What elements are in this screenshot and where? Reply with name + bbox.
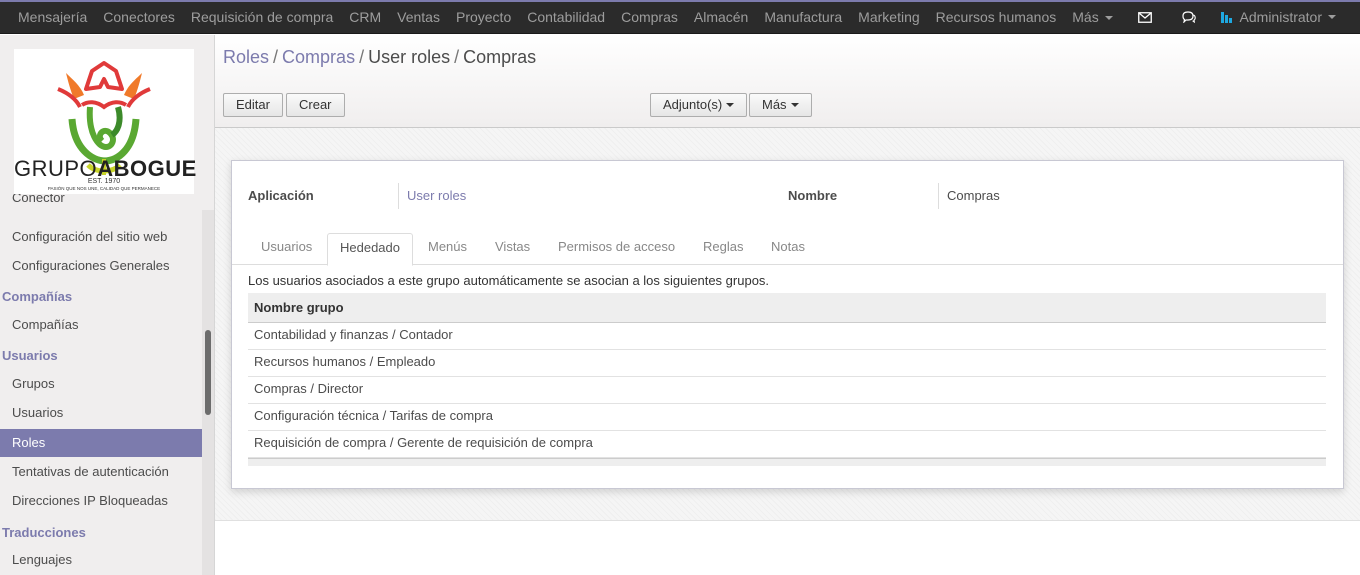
menu-contabilidad[interactable]: Contabilidad: [519, 9, 613, 25]
messages-button[interactable]: [1123, 0, 1167, 34]
breadcrumb-compras[interactable]: Compras: [282, 47, 355, 67]
notebook-tabs: Usuarios Hededado Menús Vistas Permisos …: [232, 233, 1343, 266]
more-button[interactable]: Más: [749, 93, 812, 117]
sidebar-section-traducciones: Traducciones: [2, 525, 86, 540]
breadcrumb-separator: /: [359, 47, 365, 67]
navbar-right: Administrator: [1123, 0, 1360, 34]
menu-almacen[interactable]: Almacén: [686, 9, 756, 25]
sidebar-scrollbar-thumb[interactable]: [205, 330, 211, 415]
envelope-icon: [1137, 11, 1152, 23]
table-row[interactable]: Recursos humanos / Empleado: [248, 350, 1326, 377]
caret-down-icon: [726, 103, 735, 107]
sidebar-item-grupos[interactable]: Grupos: [0, 370, 202, 397]
name-value: Compras: [938, 183, 1000, 209]
sidebar-item-tentativas-autenticacion[interactable]: Tentativas de autenticación: [0, 458, 202, 485]
tab-reglas[interactable]: Reglas: [691, 233, 755, 265]
user-avatar-icon: [1220, 12, 1232, 23]
caret-down-icon: [790, 103, 799, 107]
breadcrumb: Roles / Compras / User roles / Compras: [223, 47, 536, 68]
breadcrumb-separator: /: [454, 47, 460, 67]
breadcrumb-separator: /: [273, 47, 279, 67]
column-header-nombre-grupo[interactable]: Nombre grupo: [248, 293, 1326, 323]
tab-permisos-acceso[interactable]: Permisos de acceso: [546, 233, 687, 265]
menu-ventas[interactable]: Ventas: [389, 9, 448, 25]
breadcrumb-user-roles: User roles: [368, 47, 451, 67]
form-view-background: Aplicación User roles Nombre Compras Usu…: [215, 128, 1360, 521]
caret-down-icon: [1104, 16, 1113, 20]
name-label: Nombre: [788, 188, 838, 203]
menu-marketing[interactable]: Marketing: [850, 9, 927, 25]
top-navbar: Mensajería Conectores Requisición de com…: [0, 0, 1360, 34]
menu-mensajeria[interactable]: Mensajería: [10, 9, 95, 25]
sidebar-section-usuarios: Usuarios: [2, 348, 58, 363]
menu-mas[interactable]: Más: [1064, 9, 1120, 25]
tab-notas[interactable]: Notas: [759, 233, 817, 265]
app-menu: Mensajería Conectores Requisición de com…: [10, 0, 1121, 34]
inherited-description: Los usuarios asociados a este grupo auto…: [248, 273, 770, 288]
user-name: Administrator: [1239, 9, 1322, 25]
table-row[interactable]: Configuración técnica / Tarifas de compr…: [248, 404, 1326, 431]
company-logo[interactable]: GRUPOABOGUE EST. 1970 PASIÓN QUE NOS UNE…: [14, 49, 196, 194]
sidebar-item-companias[interactable]: Compañías: [0, 311, 202, 338]
page-title: Compras: [463, 47, 537, 67]
sidebar-section-companias: Compañías: [2, 289, 73, 304]
chat-button[interactable]: [1167, 0, 1211, 34]
edit-button[interactable]: Editar: [223, 93, 283, 117]
caret-down-icon: [1328, 15, 1336, 19]
menu-recursos-humanos[interactable]: Recursos humanos: [928, 9, 1065, 25]
tab-usuarios[interactable]: Usuarios: [249, 233, 324, 265]
breadcrumb-roles[interactable]: Roles: [223, 47, 269, 67]
avatar: [1219, 9, 1235, 25]
attachments-label: Adjunto(s): [663, 97, 723, 112]
sidebar: GRUPOABOGUE EST. 1970 PASIÓN QUE NOS UNE…: [0, 35, 215, 575]
menu-requisicion-compra[interactable]: Requisición de compra: [183, 9, 341, 25]
tab-vistas[interactable]: Vistas: [483, 233, 542, 265]
tab-menus[interactable]: Menús: [416, 233, 479, 265]
sidebar-item-configuraciones-generales[interactable]: Configuraciones Generales: [0, 252, 202, 279]
menu-conectores[interactable]: Conectores: [95, 9, 183, 25]
create-button[interactable]: Crear: [286, 93, 345, 117]
control-panel: Roles / Compras / User roles / Compras Editar …: [215, 35, 1360, 128]
sidebar-item-roles[interactable]: Roles: [0, 429, 202, 457]
tab-hededado[interactable]: Hededado: [327, 233, 413, 266]
chat-icon: [1181, 11, 1196, 23]
form-sheet: Aplicación User roles Nombre Compras Usu…: [231, 160, 1344, 489]
attachments-button[interactable]: Adjunto(s): [650, 93, 748, 117]
menu-mas-label: Más: [1072, 9, 1099, 25]
sidebar-item-conector[interactable]: Conector: [0, 194, 202, 210]
menu-crm[interactable]: CRM: [341, 9, 389, 25]
application-label: Aplicación: [248, 188, 314, 203]
sidebar-item-lenguajes[interactable]: Lenguajes: [0, 546, 202, 573]
menu-manufactura[interactable]: Manufactura: [756, 9, 850, 25]
more-label: Más: [762, 97, 787, 112]
logo-slogan: PASIÓN QUE NOS UNE, CALIDAD QUE PERMANEC…: [47, 186, 161, 191]
sidebar-scrollbar[interactable]: [202, 210, 214, 575]
table-row[interactable]: Requisición de compra / Gerente de requi…: [248, 431, 1326, 458]
inherited-groups-table: Nombre grupo Contabilidad y finanzas / C…: [248, 293, 1326, 466]
application-value-link[interactable]: User roles: [398, 183, 466, 209]
table-row[interactable]: Compras / Director: [248, 377, 1326, 404]
table-footer: [248, 458, 1326, 466]
menu-proyecto[interactable]: Proyecto: [448, 9, 519, 25]
table-row[interactable]: Contabilidad y finanzas / Contador: [248, 323, 1326, 350]
menu-compras[interactable]: Compras: [613, 9, 686, 25]
sidebar-item-usuarios[interactable]: Usuarios: [0, 399, 202, 426]
sidebar-item-direcciones-ip-bloqueadas[interactable]: Direcciones IP Bloqueadas: [0, 487, 202, 514]
user-menu[interactable]: Administrator: [1211, 9, 1360, 25]
sidebar-item-configuracion-sitio-web[interactable]: Configuración del sitio web: [0, 223, 202, 250]
logo-est: EST. 1970: [87, 178, 121, 185]
